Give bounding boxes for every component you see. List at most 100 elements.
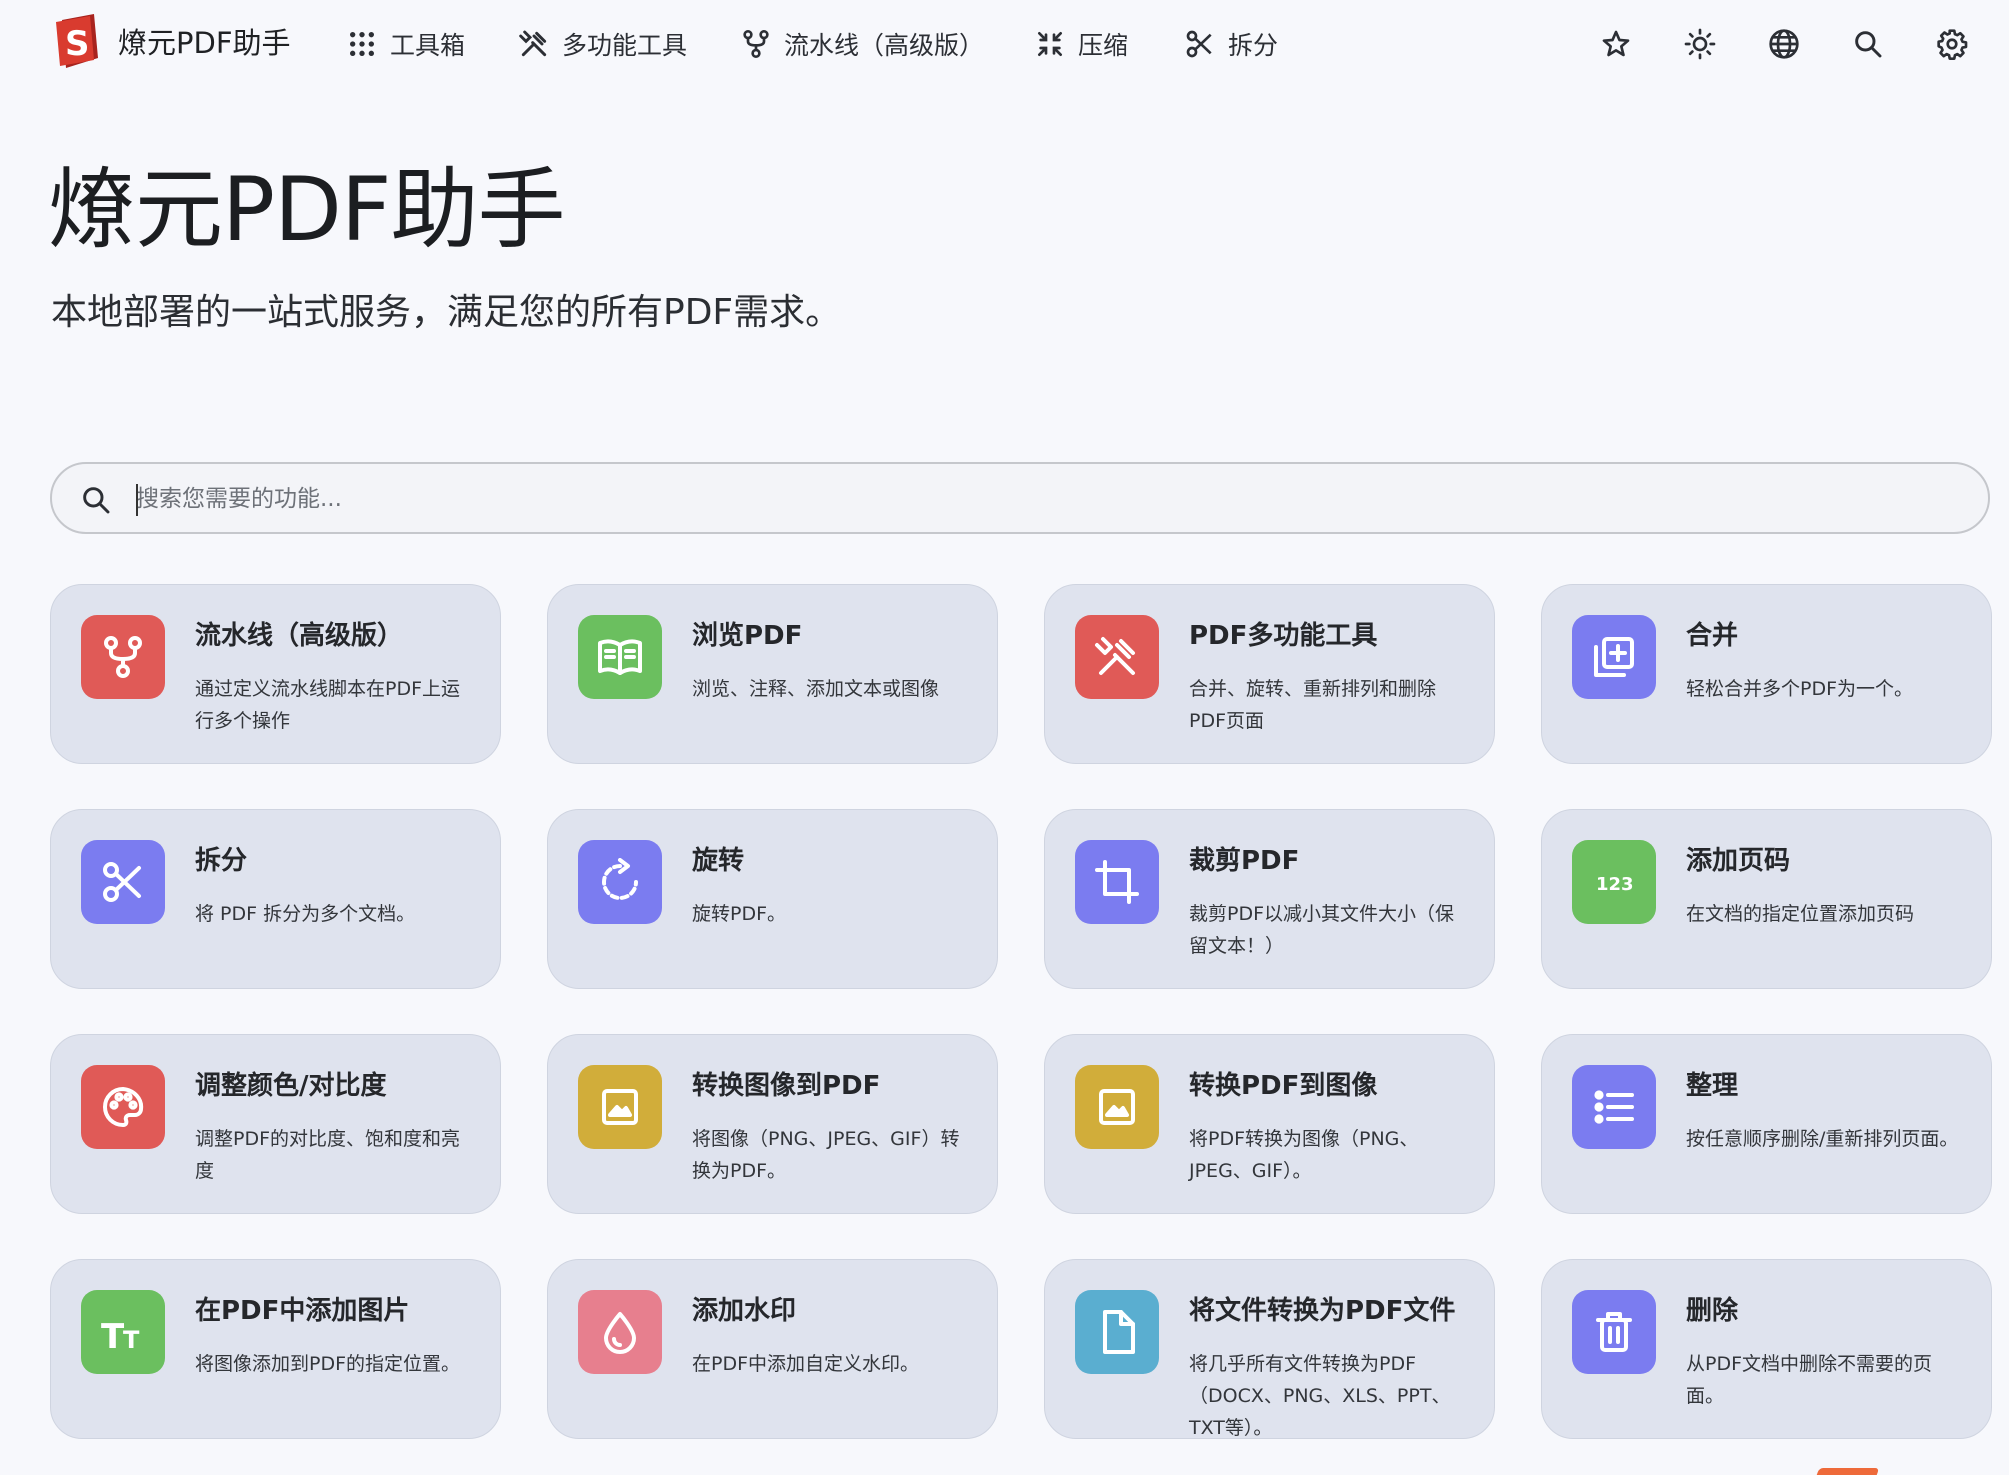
palette-icon — [103, 1087, 144, 1127]
svg-text:123: 123 — [1596, 874, 1634, 895]
nav-split[interactable]: 拆分 — [1184, 24, 1278, 64]
tool-card-description: 通过定义流水线脚本在PDF上运行多个操作 — [195, 678, 461, 732]
tool-card[interactable]: 合并 轻松合并多个PDF为一个。 — [1541, 584, 1992, 764]
tool-card-description: 将 PDF 拆分为多个文档。 — [195, 903, 416, 925]
tool-card-title: 添加水印 — [692, 1296, 797, 1326]
search-input[interactable] — [134, 476, 1958, 522]
globe-icon — [1769, 29, 1799, 59]
tool-card-icon-tile — [1075, 615, 1159, 699]
nav-pipeline[interactable]: 流水线（高级版） — [740, 24, 984, 64]
tool-card-icon-tile — [1572, 1065, 1656, 1149]
tool-card-title: 添加页码 — [1686, 846, 1791, 876]
tool-card-icon-tile — [1075, 1065, 1159, 1149]
tool-card-title: 浏览PDF — [692, 621, 803, 651]
tool-card-icon-tile — [578, 1065, 662, 1149]
nav-multitool-label: 多功能工具 — [562, 31, 688, 60]
tool-card-description: 按任意顺序删除/重新排列页面。 — [1686, 1128, 1959, 1150]
svg-text:S: S — [65, 24, 90, 64]
tool-card-title: 调整颜色/对比度 — [195, 1071, 387, 1101]
svg-text:T: T — [123, 1326, 140, 1354]
tool-card-description: 合并、旋转、重新排列和删除PDF页面 — [1189, 678, 1437, 732]
tool-card-icon-tile — [1572, 1290, 1656, 1374]
tool-card-title: 流水线（高级版） — [195, 621, 404, 651]
merge-icon — [1594, 637, 1634, 677]
tool-card-description: 裁剪PDF以减小其文件大小（保留文本！） — [1189, 903, 1455, 957]
file-icon — [1103, 1310, 1135, 1354]
settings-button[interactable] — [1932, 24, 1972, 64]
brand-name: 燎元PDF助手 — [118, 26, 291, 60]
tool-card-title: 转换PDF到图像 — [1189, 1071, 1378, 1101]
tool-card[interactable]: 调整颜色/对比度调整PDF的对比度、饱和度和亮度 — [50, 1034, 501, 1214]
page-subtitle: 本地部署的一站式服务，满足您的所有PDF需求。 — [51, 292, 842, 333]
page-title: 燎元PDF助手 — [48, 158, 565, 261]
tool-card-description: 将几乎所有文件转换为PDF（DOCX、PNG、XLS、PPT、TXT等）。 — [1189, 1353, 1451, 1439]
tool-card-icon-tile — [578, 615, 662, 699]
theme-toggle[interactable] — [1680, 24, 1720, 64]
tool-card[interactable]: 浏览PDF 浏览、注释、添加文本或图像 — [547, 584, 998, 764]
droplet-icon — [604, 1312, 636, 1354]
tool-card[interactable]: 拆分将 PDF 拆分为多个文档。 — [50, 809, 501, 989]
crop-icon — [1095, 860, 1139, 904]
tool-card-description: 从PDF文档中删除不需要的页面。 — [1686, 1353, 1933, 1407]
tool-card-description: 将PDF转换为图像（PNG、JPEG、GIF）。 — [1189, 1128, 1419, 1182]
nav-compress[interactable]: 压缩 — [1034, 24, 1128, 64]
image-icon — [602, 1089, 638, 1125]
pipeline-icon — [104, 636, 142, 678]
text-caret — [136, 484, 138, 516]
tool-card[interactable]: 删除从PDF文档中删除不需要的页面。 — [1541, 1259, 1992, 1439]
scissors-icon — [103, 862, 141, 902]
tool-card-icon-tile — [81, 615, 165, 699]
language-button[interactable] — [1764, 24, 1804, 64]
tool-card[interactable]: 旋转 旋转PDF。 — [547, 809, 998, 989]
nav-pipeline-label: 流水线（高级版） — [784, 31, 985, 60]
tool-card-icon-tile — [81, 840, 165, 924]
trash-icon — [1596, 1312, 1632, 1352]
tool-card[interactable]: 将文件转换为PDF文件将几乎所有文件转换为PDF（DOCX、PNG、XLS、PP… — [1044, 1259, 1495, 1439]
tool-card[interactable]: 添加水印在PDF中添加自定义水印。 — [547, 1259, 998, 1439]
numbers-icon: 123 — [1596, 874, 1634, 895]
tool-card[interactable]: T T 在PDF中添加图片 将图像添加到PDF的指定位置。 — [50, 1259, 501, 1439]
tool-card-title: 合并 — [1686, 621, 1739, 651]
tool-card-title: 删除 — [1686, 1296, 1739, 1326]
tool-card[interactable]: 转换PDF到图像将PDF转换为图像（PNG、JPEG、GIF）。 — [1044, 1034, 1495, 1214]
sun-icon — [1684, 28, 1716, 60]
tool-card-title: 将文件转换为PDF文件 — [1189, 1296, 1456, 1326]
nav-search-button[interactable] — [1848, 24, 1888, 64]
tool-card-icon-tile — [578, 1290, 662, 1374]
tool-card[interactable]: 流水线（高级版） 通过定义流水线脚本在PDF上运行多个操作 — [50, 584, 501, 764]
tools-icon — [1095, 637, 1135, 675]
tool-card-description: 将图像（PNG、JPEG、GIF）转换为PDF。 — [692, 1128, 960, 1182]
tool-card-icon-tile: TT — [81, 1290, 165, 1374]
search-icon — [83, 487, 110, 514]
rotate-icon — [602, 858, 638, 900]
text-size-icon: TT — [101, 1317, 140, 1356]
tool-card[interactable]: 123 添加页码在文档的指定位置添加页码 — [1541, 809, 1992, 989]
grid-dots-icon — [350, 32, 374, 56]
svg-text:T: T — [101, 1317, 125, 1356]
tool-card-title: 裁剪PDF — [1189, 846, 1300, 876]
tool-card-icon-tile — [1572, 615, 1656, 699]
decorative-accent — [1816, 1468, 1880, 1475]
tool-card[interactable]: 整理按任意顺序删除/重新排列页面。 — [1541, 1034, 1992, 1214]
tool-card-description: 调整PDF的对比度、饱和度和亮度 — [195, 1128, 461, 1182]
star-icon — [1602, 30, 1630, 57]
tool-card[interactable]: PDF多功能工具 合并、旋转、重新排列和删除PDF页面 — [1044, 584, 1495, 764]
favorites-button[interactable] — [1596, 24, 1636, 64]
nav-split-label: 拆分 — [1228, 31, 1279, 60]
tool-card-icon-tile — [81, 1065, 165, 1149]
tool-card[interactable]: 裁剪PDF 裁剪PDF以减小其文件大小（保留文本！） — [1044, 809, 1495, 989]
nav-toolbox[interactable]: 工具箱 — [346, 24, 465, 64]
tool-card[interactable]: 转换图像到PDF 将图像（PNG、JPEG、GIF）转换为PDF。 — [547, 1034, 998, 1214]
tool-card-description: 将图像添加到PDF的指定位置。 — [195, 1353, 461, 1375]
tool-card-title: 整理 — [1686, 1071, 1739, 1101]
tool-card-icon-tile — [1075, 840, 1159, 924]
tool-search-bar[interactable] — [50, 462, 1990, 534]
nav-multitool[interactable]: 多功能工具 — [518, 24, 687, 64]
tool-card-description: 在文档的指定位置添加页码 — [1686, 903, 1915, 925]
tool-card-title: 转换图像到PDF — [692, 1071, 881, 1101]
tool-card-icon-tile: 123 — [1572, 840, 1656, 924]
image-icon — [1099, 1089, 1135, 1125]
tools-icon — [519, 30, 547, 57]
tool-card-description: 在PDF中添加自定义水印。 — [692, 1353, 920, 1375]
brand-link[interactable]: S 燎元PDF助手 — [54, 14, 291, 68]
